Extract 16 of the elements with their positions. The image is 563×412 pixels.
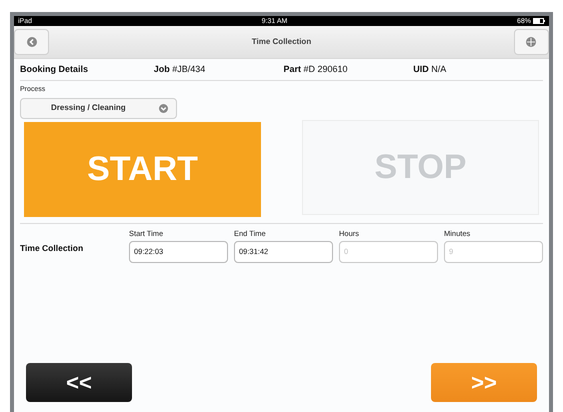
chevron-down-icon [159,104,168,112]
battery-icon [533,18,545,24]
menu-button[interactable] [514,29,549,55]
back-button[interactable] [14,29,49,55]
next-button[interactable]: >> [431,363,537,402]
process-dropdown[interactable]: Dressing / Cleaning [20,98,177,118]
booking-field: UID N/A [413,62,544,76]
time-collection-heading: Time Collection [20,242,84,254]
booking-heading: Booking Details [20,62,90,76]
booking-field: Part #D 290610 [283,62,414,76]
grid-icon [526,37,536,47]
booking-field: Job #JB/434 [154,62,284,76]
screen-title: Time Collection [252,36,312,48]
start-button[interactable]: START [24,122,261,216]
previous-button[interactable]: << [26,363,132,402]
back-icon [26,37,36,47]
